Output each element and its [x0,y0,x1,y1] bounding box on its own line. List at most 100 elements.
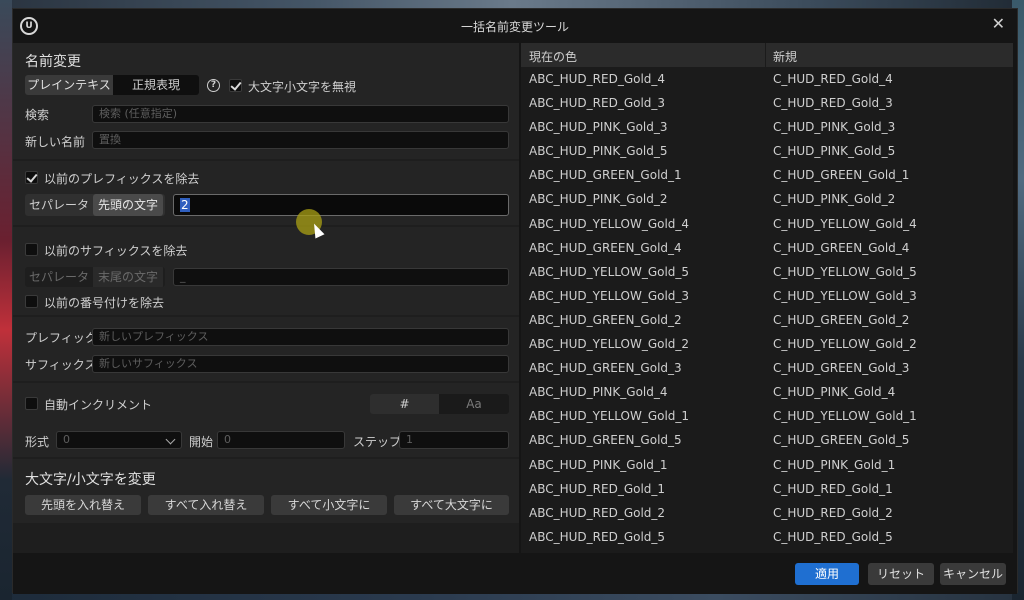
ignore-case-checkbox[interactable] [229,79,242,92]
format-dropdown[interactable]: 0 [56,431,182,449]
table-row[interactable]: ABC_HUD_YELLOW_Gold_4 C_HUD_YELLOW_Gold_4 [521,212,1013,236]
close-icon[interactable]: ✕ [992,14,1005,33]
footer: 適用 リセット キャンセル [13,553,1017,594]
remove-prefix-section: 以前のプレフィックスを除去 セパレータ 先頭の文字 2 [13,161,519,225]
current-name-cell: ABC_HUD_PINK_Gold_4 [529,385,668,400]
table-row[interactable]: ABC_HUD_YELLOW_Gold_5 C_HUD_YELLOW_Gold_5 [521,260,1013,284]
table-row[interactable]: ABC_HUD_PINK_Gold_4 C_HUD_PINK_Gold_4 [521,380,1013,404]
remove-suffix-checkbox[interactable] [25,243,38,256]
current-name-cell: ABC_HUD_YELLOW_Gold_2 [529,337,690,352]
table-row[interactable]: ABC_HUD_RED_Gold_1 C_HUD_RED_Gold_1 [521,477,1013,501]
apply-button[interactable]: 適用 [795,563,859,585]
current-name-cell: ABC_HUD_YELLOW_Gold_5 [529,264,690,279]
suffix-input[interactable]: 新しいサフィックス [92,355,509,373]
current-name-cell: ABC_HUD_RED_Gold_2 [529,505,666,520]
table-row[interactable]: ABC_HUD_RED_Gold_2 C_HUD_RED_Gold_2 [521,501,1013,525]
remove-numbering-checkbox[interactable] [25,295,38,308]
table-row[interactable]: ABC_HUD_GREEN_Gold_2 C_HUD_GREEN_Gold_2 [521,308,1013,332]
remove-numbering-label: 以前の番号付けを除去 [44,296,165,310]
current-name-cell: ABC_HUD_YELLOW_Gold_1 [529,409,690,424]
suffix-label: サフィックス [25,358,97,372]
remove-prefix-checkbox[interactable] [25,171,38,184]
increment-hash-option[interactable]: # [370,394,439,414]
suffix-separator-option[interactable]: セパレータ [25,267,93,287]
bulk-rename-window: U 一括名前変更ツール ✕ 名前変更 プレインテキスト 正規表現 ? 大文字小文… [12,8,1018,594]
new-name-cell: C_HUD_GREEN_Gold_2 [773,312,910,327]
current-name-cell: ABC_HUD_YELLOW_Gold_4 [529,216,690,231]
mode-toggle: プレインテキスト 正規表現 [25,75,199,95]
increment-aa-option[interactable]: Aa [439,394,509,414]
toggle-all-case-button[interactable]: すべて入れ替え [148,495,264,515]
remove-prefix-label: 以前のプレフィックスを除去 [44,172,200,186]
all-lowercase-button[interactable]: すべて小文字に [271,495,387,515]
mode-regex[interactable]: 正規表現 [113,75,199,95]
column-new[interactable]: 新規 [773,48,797,65]
suffix-value-input[interactable]: _ [173,268,509,286]
toggle-first-case-button[interactable]: 先頭を入れ替え [25,495,141,515]
auto-increment-section: 自動インクリメント # Aa 形式 0 開始 0 ステップ 1 [13,383,519,457]
new-name-cell: C_HUD_YELLOW_Gold_1 [773,409,917,424]
prefix-value-text: 2 [180,198,190,212]
remove-suffix-label: 以前のサフィックスを除去 [44,244,188,258]
titlebar: U 一括名前変更ツール ✕ [13,9,1017,43]
table-row[interactable]: ABC_HUD_PINK_Gold_5 C_HUD_PINK_Gold_5 [521,139,1013,163]
table-row[interactable]: ABC_HUD_YELLOW_Gold_2 C_HUD_YELLOW_Gold_2 [521,332,1013,356]
change-case-section: 大文字/小文字を変更 先頭を入れ替え すべて入れ替え すべて小文字に すべて大文… [13,459,519,523]
ignore-case-label: 大文字小文字を無視 [248,80,357,94]
new-name-cell: C_HUD_RED_Gold_5 [773,529,893,544]
prefix-label: プレフィック. [25,331,101,345]
current-name-cell: ABC_HUD_RED_Gold_3 [529,96,666,111]
table-row[interactable]: ABC_HUD_GREEN_Gold_5 C_HUD_GREEN_Gold_5 [521,428,1013,452]
table-row[interactable]: ABC_HUD_RED_Gold_4 C_HUD_RED_Gold_4 [521,67,1013,91]
current-name-cell: ABC_HUD_GREEN_Gold_2 [529,312,682,327]
cancel-button[interactable]: キャンセル [940,563,1006,585]
current-name-cell: ABC_HUD_YELLOW_Gold_3 [529,288,690,303]
new-name-cell: C_HUD_RED_Gold_4 [773,72,893,86]
add-prefix-suffix-section: プレフィック. 新しいプレフィックス サフィックス 新しいサフィックス [13,317,519,381]
mode-plain-text[interactable]: プレインテキスト [25,75,113,95]
new-name-cell: C_HUD_YELLOW_Gold_5 [773,264,917,279]
chevron-down-icon [165,434,176,445]
table-row[interactable]: ABC_HUD_YELLOW_Gold_1 C_HUD_YELLOW_Gold_1 [521,404,1013,428]
reset-button[interactable]: リセット [868,563,934,585]
new-name-input[interactable]: 置換 [92,131,509,149]
new-name-cell: C_HUD_PINK_Gold_3 [773,120,896,135]
column-current[interactable]: 現在の色 [529,48,577,65]
current-name-cell: ABC_HUD_RED_Gold_4 [529,72,666,86]
table-rows: ABC_HUD_RED_Gold_4 C_HUD_RED_Gold_4 ABC_HU… [521,67,1013,549]
prefix-leading-option[interactable]: 先頭の文字 [93,194,163,216]
table-row[interactable]: ABC_HUD_GREEN_Gold_4 C_HUD_GREEN_Gold_4 [521,236,1013,260]
table-row[interactable]: ABC_HUD_GREEN_Gold_1 C_HUD_GREEN_Gold_1 [521,163,1013,187]
new-name-label: 新しい名前 [25,135,86,149]
help-icon[interactable]: ? [207,79,220,92]
all-uppercase-button[interactable]: すべて大文字に [394,495,509,515]
table-row[interactable]: ABC_HUD_PINK_Gold_2 C_HUD_PINK_Gold_2 [521,187,1013,211]
current-name-cell: ABC_HUD_GREEN_Gold_1 [529,168,682,183]
search-input[interactable]: 検索 (任意指定) [92,105,509,123]
table-row[interactable]: ABC_HUD_PINK_Gold_3 C_HUD_PINK_Gold_3 [521,115,1013,139]
new-name-cell: C_HUD_RED_Gold_3 [773,96,893,111]
prefix-input[interactable]: 新しいプレフィックス [92,328,509,346]
table-row[interactable]: ABC_HUD_GREEN_Gold_3 C_HUD_GREEN_Gold_3 [521,356,1013,380]
new-name-cell: C_HUD_PINK_Gold_4 [773,385,896,400]
format-value: 0 [63,433,70,446]
new-name-cell: C_HUD_RED_Gold_2 [773,505,893,520]
table-row[interactable]: ABC_HUD_RED_Gold_5 C_HUD_RED_Gold_5 [521,525,1013,549]
current-name-cell: ABC_HUD_GREEN_Gold_4 [529,240,682,255]
start-input[interactable]: 0 [217,431,345,449]
suffix-trailing-option[interactable]: 末尾の文字 [93,267,163,287]
column-divider[interactable] [765,43,766,67]
search-label: 検索 [25,108,50,122]
window-title: 一括名前変更ツール [460,20,569,34]
table-row[interactable]: ABC_HUD_PINK_Gold_1 C_HUD_PINK_Gold_1 [521,453,1013,477]
prefix-value-input[interactable]: 2 [173,194,509,216]
current-name-cell: ABC_HUD_PINK_Gold_3 [529,120,668,135]
table-row[interactable]: ABC_HUD_YELLOW_Gold_3 C_HUD_YELLOW_Gold_3 [521,284,1013,308]
table-row[interactable]: ABC_HUD_RED_Gold_3 C_HUD_RED_Gold_3 [521,91,1013,115]
prefix-separator-toggle: セパレータ 先頭の文字 [25,194,165,216]
prefix-separator-option[interactable]: セパレータ [25,194,93,216]
step-input[interactable]: 1 [399,431,509,449]
current-name-cell: ABC_HUD_RED_Gold_1 [529,481,666,496]
options-panel: 名前変更 プレインテキスト 正規表現 ? 大文字小文字を無視 検索 検索 (任意… [13,43,519,553]
auto-increment-checkbox[interactable] [25,397,38,410]
